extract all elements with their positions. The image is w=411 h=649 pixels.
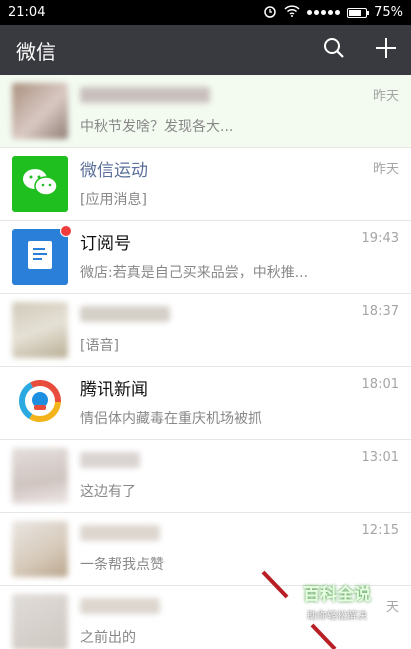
clock: 21:04 xyxy=(8,5,46,20)
header: 微信 xyxy=(0,25,411,75)
chat-name xyxy=(80,86,401,110)
chat-time: 13:01 xyxy=(361,450,399,465)
chat-time: 天 xyxy=(385,600,399,615)
chat-time: 18:01 xyxy=(361,377,399,392)
chat-item[interactable]: 微信运动 [应用消息] 昨天 xyxy=(0,148,411,221)
chat-preview: 情侣体内藏毒在重庆机场被抓 xyxy=(80,411,262,427)
alarm-icon xyxy=(263,4,277,22)
chat-time: 19:43 xyxy=(361,231,399,246)
chat-time: 18:37 xyxy=(361,304,399,319)
battery-icon xyxy=(347,7,370,18)
wifi-icon xyxy=(284,4,300,21)
page-title: 微信 xyxy=(16,39,56,64)
chat-name: 订阅号 xyxy=(80,234,131,254)
chat-preview: 这边有了 xyxy=(80,484,136,500)
chat-time: 昨天 xyxy=(372,162,399,177)
avatar xyxy=(12,448,68,504)
chat-preview: [应用消息] xyxy=(80,192,147,208)
chat-time: 12:15 xyxy=(361,523,399,538)
unread-dot xyxy=(60,225,72,237)
search-icon[interactable] xyxy=(323,37,345,63)
watermark-title: 百科全说 xyxy=(303,585,371,605)
chat-item[interactable]: [语音] 18:37 xyxy=(0,294,411,367)
subscription-icon xyxy=(27,240,53,274)
chat-name xyxy=(80,524,401,548)
chat-item[interactable]: 一条帮我点赞 12:15 xyxy=(0,513,411,586)
chat-item[interactable]: 中秋节发啥？发现各大... 昨天 xyxy=(0,75,411,148)
avatar xyxy=(12,594,68,649)
avatar xyxy=(12,521,68,577)
status-bar: 21:04 75% xyxy=(0,0,411,25)
chat-item[interactable]: 订阅号 微店:若真是自己买来品尝，中秋推... 19:43 xyxy=(0,221,411,294)
chat-preview: [语音] xyxy=(80,338,119,354)
chat-name: 腾讯新闻 xyxy=(80,380,148,400)
avatar xyxy=(12,156,68,212)
wechat-sport-icon xyxy=(21,167,59,201)
chat-item[interactable]: 这边有了 13:01 xyxy=(0,440,411,513)
watermark-subtitle: 助你轻松解决 xyxy=(307,611,367,622)
chat-name xyxy=(80,305,401,329)
battery-percent: 75% xyxy=(374,5,403,20)
avatar xyxy=(12,375,68,431)
tencent-news-icon xyxy=(18,379,62,427)
signal-icon xyxy=(307,10,341,15)
avatar xyxy=(12,83,68,139)
chat-item[interactable]: 腾讯新闻 情侣体内藏毒在重庆机场被抓 18:01 xyxy=(0,367,411,440)
chat-name xyxy=(80,451,401,475)
chat-time: 昨天 xyxy=(372,89,399,104)
chat-preview: 一条帮我点赞 xyxy=(80,557,164,573)
avatar xyxy=(12,302,68,358)
chat-preview: 中秋节发啥？发现各大... xyxy=(80,119,234,135)
watermark: 百科全说 助你轻松解决 xyxy=(303,580,371,622)
add-icon[interactable] xyxy=(375,37,397,63)
chat-preview: 之前出的 xyxy=(80,630,136,646)
avatar xyxy=(12,225,72,285)
chat-list: 中秋节发啥？发现各大... 昨天 微信运动 [应用消息] 昨天 订阅号 微店:若… xyxy=(0,75,411,649)
chat-name: 微信运动 xyxy=(80,161,148,181)
chat-preview: 微店:若真是自己买来品尝，中秋推... xyxy=(80,265,309,281)
